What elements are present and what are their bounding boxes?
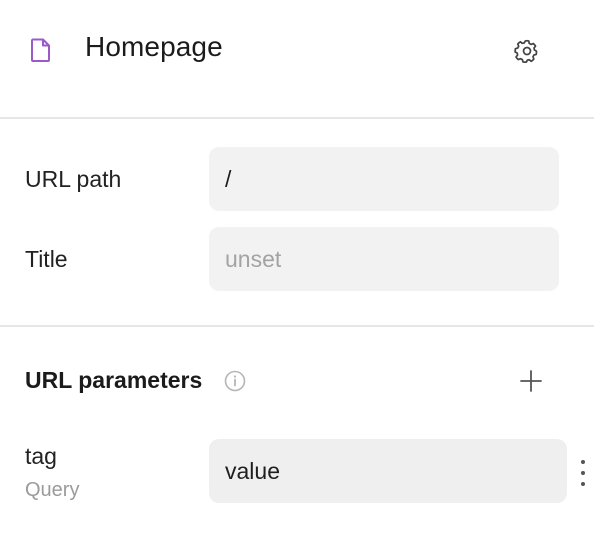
document-icon xyxy=(31,38,50,62)
url-path-input[interactable] xyxy=(209,147,559,211)
header-divider xyxy=(0,117,594,119)
info-icon[interactable] xyxy=(224,370,246,392)
gear-icon[interactable] xyxy=(514,38,540,64)
parameter-value-input[interactable] xyxy=(209,439,567,503)
add-parameter-button[interactable] xyxy=(518,368,544,394)
section-divider xyxy=(0,325,594,327)
title-input[interactable] xyxy=(209,227,559,291)
url-parameters-title: URL parameters xyxy=(25,367,203,393)
parameter-type: Query xyxy=(25,479,80,501)
title-label: Title xyxy=(25,246,68,272)
url-path-label: URL path xyxy=(25,166,122,192)
page-title: Homepage xyxy=(85,31,223,62)
parameter-name: tag xyxy=(25,443,57,469)
page-header: Homepage xyxy=(0,0,594,118)
more-options-icon[interactable] xyxy=(576,456,590,490)
